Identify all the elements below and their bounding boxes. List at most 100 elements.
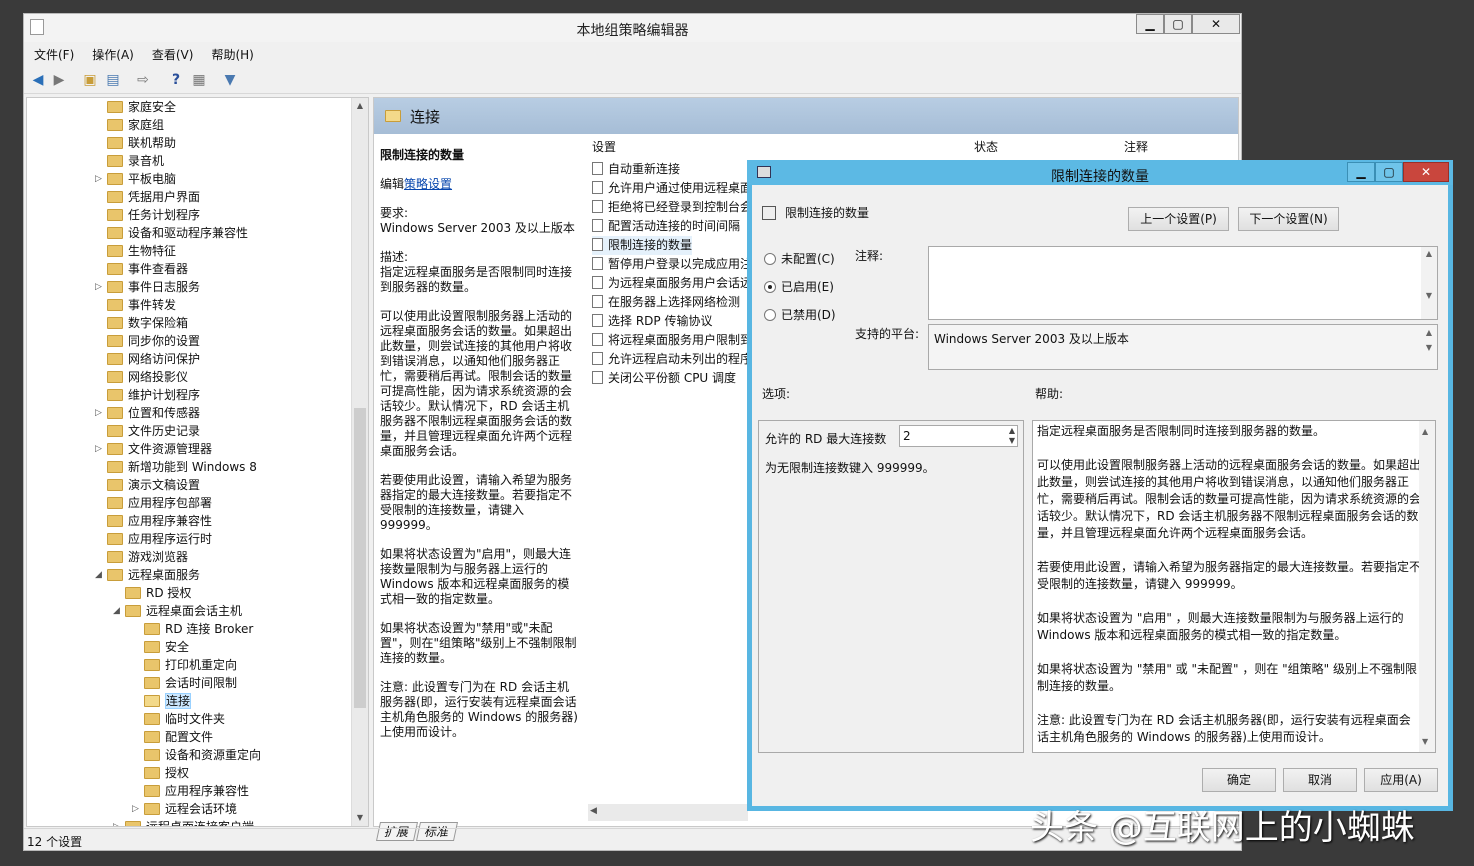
spinner-up-icon[interactable]: ▲ xyxy=(1009,426,1015,435)
setting-row[interactable]: 限制连接的数量 xyxy=(592,236,693,255)
help-icon[interactable]: ? xyxy=(167,71,185,89)
minimize-button[interactable]: ▁ xyxy=(1136,14,1164,34)
spinner-down-icon[interactable]: ▼ xyxy=(1009,436,1015,445)
menu-view[interactable]: 查看(V) xyxy=(142,42,202,63)
tree-item[interactable]: ▷ 远程会话环境 xyxy=(132,800,237,818)
maximize-button[interactable]: ▢ xyxy=(1164,14,1192,34)
tree-item[interactable]: 应用程序包部署 xyxy=(107,494,212,512)
tree-item[interactable]: 任务计划程序 xyxy=(107,206,200,224)
expand-arrow-icon[interactable]: ▷ xyxy=(132,800,142,818)
tree-item[interactable]: 授权 xyxy=(144,764,189,782)
tree-scrollbar[interactable]: ▲ ▼ xyxy=(351,98,368,826)
tree-item[interactable]: 连接 xyxy=(144,692,192,710)
tree-item[interactable]: 家庭组 xyxy=(107,116,164,134)
scroll-up-icon[interactable]: ▲ xyxy=(352,98,368,114)
column-comment[interactable]: 注释 xyxy=(1124,138,1148,156)
max-connections-spinner[interactable]: 2 ▲ ▼ xyxy=(899,425,1018,447)
expand-arrow-icon[interactable]: ▷ xyxy=(95,278,105,296)
comment-textarea[interactable]: ▲ ▼ xyxy=(928,246,1438,320)
ok-button[interactable]: 确定 xyxy=(1202,768,1276,792)
dialog-maximize-button[interactable]: ▢ xyxy=(1375,162,1403,182)
tree-item[interactable]: 游戏浏览器 xyxy=(107,548,188,566)
tree-item[interactable]: ▷ 文件资源管理器 xyxy=(95,440,212,458)
radio-circle[interactable] xyxy=(764,309,776,321)
tree-item[interactable]: 事件转发 xyxy=(107,296,176,314)
setting-row[interactable]: 为远程桌面服务用户会话远 xyxy=(592,274,752,293)
export-list-icon[interactable]: ⇨ xyxy=(134,71,152,89)
tree-item[interactable]: 应用程序运行时 xyxy=(107,530,212,548)
help-scroll-up-icon[interactable]: ▲ xyxy=(1422,423,1428,440)
tree-item[interactable]: 安全 xyxy=(144,638,189,656)
back-arrow-icon[interactable]: ◀ xyxy=(29,71,47,89)
menu-file[interactable]: 文件(F) xyxy=(24,42,82,63)
tree-item[interactable]: 网络投影仪 xyxy=(107,368,188,386)
tree-item[interactable]: 网络访问保护 xyxy=(107,350,200,368)
expand-arrow-icon[interactable]: ▷ xyxy=(95,170,105,188)
tree-item[interactable]: 临时文件夹 xyxy=(144,710,225,728)
setting-row[interactable]: 选择 RDP 传输协议 xyxy=(592,312,712,331)
tree-item[interactable]: ◢ 远程桌面会话主机 xyxy=(113,602,242,620)
close-button[interactable]: ✕ xyxy=(1192,14,1240,34)
setting-row[interactable]: 允许远程启动未列出的程序 xyxy=(592,350,752,369)
setting-row[interactable]: 在服务器上选择网络检测 xyxy=(592,293,740,312)
tree-item[interactable]: 录音机 xyxy=(107,152,164,170)
tree-item[interactable]: ▷ 远程桌面连接客户端 xyxy=(113,818,254,826)
previous-setting-button[interactable]: 上一个设置(P) xyxy=(1128,207,1229,231)
tree-item[interactable]: RD 连接 Broker xyxy=(144,620,253,638)
tree-item[interactable]: 生物特征 xyxy=(107,242,176,260)
tree-item[interactable]: 事件查看器 xyxy=(107,260,188,278)
scroll-left-icon[interactable]: ◀ xyxy=(590,806,597,816)
edit-policy-link[interactable]: 策略设置 xyxy=(404,177,452,191)
tree-item[interactable]: RD 授权 xyxy=(125,584,191,602)
tree-item[interactable]: 应用程序兼容性 xyxy=(144,782,249,800)
tree-item[interactable]: ▷ 平板电脑 xyxy=(95,170,176,188)
comment-scrollbar[interactable]: ▲ ▼ xyxy=(1421,247,1437,319)
tree-item[interactable]: 联机帮助 xyxy=(107,134,176,152)
expand-arrow-icon[interactable]: ▷ xyxy=(113,818,123,826)
show-hide-tree-icon[interactable]: ▤ xyxy=(104,71,122,89)
setting-row[interactable]: 将远程桌面服务用户限制到 xyxy=(592,331,752,350)
expand-arrow-icon[interactable]: ◢ xyxy=(113,602,123,620)
tree-item[interactable]: 设备和驱动程序兼容性 xyxy=(107,224,248,242)
dialog-close-button[interactable]: ✕ xyxy=(1403,162,1449,182)
radio-circle-checked[interactable] xyxy=(764,281,776,293)
max-connections-value[interactable]: 2 xyxy=(903,429,911,443)
tree-item[interactable]: 设备和资源重定向 xyxy=(144,746,261,764)
tree-item[interactable]: 同步你的设置 xyxy=(107,332,200,350)
setting-row[interactable]: 配置活动连接的时间间隔 xyxy=(592,217,740,236)
radio-disabled[interactable]: 已禁用(D) xyxy=(764,308,836,322)
help-scrollbar[interactable]: ▲ ▼ xyxy=(1419,421,1435,752)
setting-row[interactable]: 关闭公平份额 CPU 调度 xyxy=(592,369,736,388)
horizontal-scrollbar[interactable]: ◀ xyxy=(588,804,748,821)
setting-row[interactable]: 拒绝将已经登录到控制台会 xyxy=(592,198,752,217)
tree-item[interactable]: 维护计划程序 xyxy=(107,386,200,404)
expand-arrow-icon[interactable]: ▷ xyxy=(95,440,105,458)
cancel-button[interactable]: 取消 xyxy=(1283,768,1357,792)
radio-enabled[interactable]: 已启用(E) xyxy=(764,280,834,294)
radio-circle[interactable] xyxy=(764,253,776,265)
menu-action[interactable]: 操作(A) xyxy=(82,42,142,63)
tree-item[interactable]: 文件历史记录 xyxy=(107,422,200,440)
scroll-down-icon[interactable]: ▼ xyxy=(352,810,368,826)
properties-icon[interactable]: ▦ xyxy=(190,71,208,89)
menu-help[interactable]: 帮助(H) xyxy=(201,42,261,63)
setting-row[interactable]: 暂停用户登录以完成应用注 xyxy=(592,255,752,274)
setting-row[interactable]: 允许用户通过使用远程桌面 xyxy=(592,179,752,198)
expand-arrow-icon[interactable]: ◢ xyxy=(95,566,105,584)
tree-item[interactable]: 配置文件 xyxy=(144,728,213,746)
expand-arrow-icon[interactable]: ▷ xyxy=(95,404,105,422)
filter-icon[interactable]: ▼ xyxy=(221,71,239,89)
radio-not-configured[interactable]: 未配置(C) xyxy=(764,252,835,266)
tree-item[interactable]: 打印机重定向 xyxy=(144,656,237,674)
next-setting-button[interactable]: 下一个设置(N) xyxy=(1238,207,1339,231)
platform-scrollbar[interactable]: ▲ ▼ xyxy=(1421,325,1437,369)
tree-item[interactable]: 家庭安全 xyxy=(107,98,176,116)
tree-item[interactable]: ▷ 位置和传感器 xyxy=(95,404,200,422)
tree-item[interactable]: ▷ 事件日志服务 xyxy=(95,278,200,296)
tree-item[interactable]: 演示文稿设置 xyxy=(107,476,200,494)
tree-item[interactable]: ◢ 远程桌面服务 xyxy=(95,566,200,584)
tree-item[interactable]: 凭据用户界面 xyxy=(107,188,200,206)
column-state[interactable]: 状态 xyxy=(974,138,998,156)
dialog-minimize-button[interactable]: ▁ xyxy=(1347,162,1375,182)
forward-arrow-icon[interactable]: ▶ xyxy=(50,71,68,89)
